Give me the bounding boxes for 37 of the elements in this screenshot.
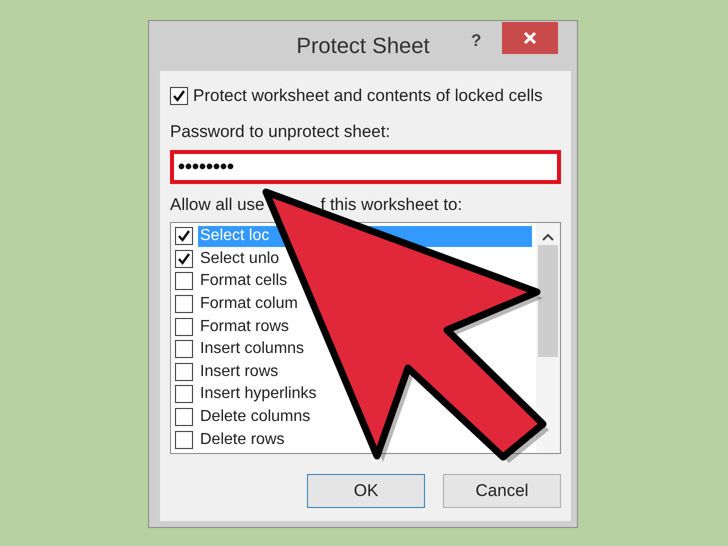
check-icon [172,89,186,103]
checkbox[interactable] [175,385,193,404]
allow-label: Allow all use [170,195,264,215]
help-button[interactable]: ? [471,31,482,51]
checkbox[interactable] [175,250,193,268]
list-item[interactable]: Format colum [198,294,298,315]
list-item[interactable]: Insert columns [198,338,304,360]
checkbox[interactable] [175,295,193,314]
scrollbar[interactable] [536,223,560,453]
list-item[interactable]: Format cells [198,270,288,292]
password-field[interactable]: •••••••• [170,150,561,184]
ok-button[interactable]: OK [307,474,425,508]
checkbox[interactable] [175,227,193,246]
list-item[interactable]: Format rows [198,316,289,338]
list-item[interactable]: Insert hyperlinks [198,384,316,405]
list-item[interactable]: Insert rows [198,361,278,382]
close-icon [523,31,537,45]
checkbox[interactable] [175,408,193,426]
check-icon [177,229,191,244]
checkbox[interactable] [175,272,193,290]
close-button[interactable] [502,22,558,54]
checkbox-label: Protect worksheet and contents of locked cells [193,86,543,106]
checkbox[interactable] [175,362,193,381]
allow-label: f this worksheet to: [320,195,462,215]
checkbox[interactable] [175,340,193,358]
list-item[interactable]: Select unlo [198,248,280,270]
list-item[interactable]: Delete columns [198,406,310,428]
check-icon [177,252,191,266]
checkbox[interactable] [175,430,193,449]
window-title: Protect Sheet [296,33,430,59]
cancel-button[interactable]: Cancel [443,474,561,508]
list-item[interactable]: Delete rows [198,429,284,450]
password-label: Password to unprotect sheet: [170,122,390,142]
scroll-up-icon[interactable] [542,233,554,241]
checkbox[interactable] [175,318,193,336]
scroll-thumb[interactable] [538,245,558,357]
checkbox[interactable] [170,87,188,105]
